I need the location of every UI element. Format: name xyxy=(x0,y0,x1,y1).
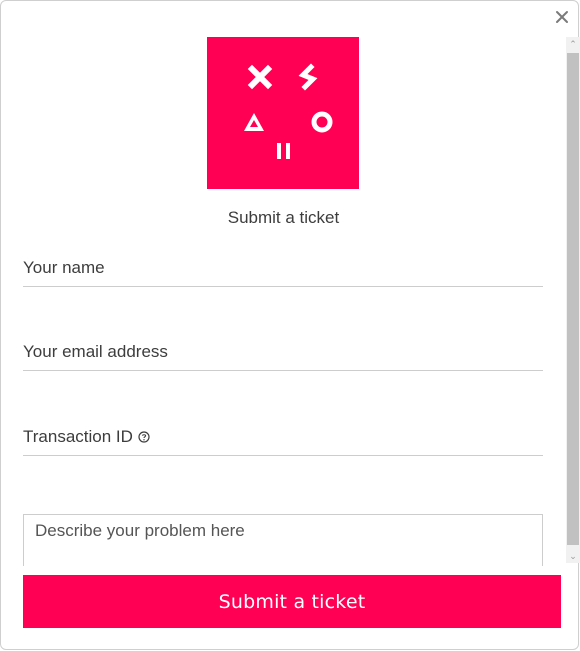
brand-logo xyxy=(207,37,359,189)
dialog-title: Submit a ticket xyxy=(227,208,340,227)
name-field[interactable]: Your name xyxy=(23,256,543,287)
scrollbar-thumb[interactable] xyxy=(567,53,579,545)
submit-ticket-button[interactable]: Submit a ticket xyxy=(23,575,561,628)
question-circle-icon[interactable] xyxy=(138,431,150,443)
problem-description-textarea[interactable]: Describe your problem here xyxy=(23,514,543,566)
scrollbar[interactable]: ⌃ ⌄ xyxy=(566,37,580,563)
name-placeholder: Your name xyxy=(23,258,105,277)
transaction-id-field[interactable]: Transaction ID xyxy=(23,425,543,456)
problem-placeholder: Describe your problem here xyxy=(35,521,245,540)
brand-logo-icon xyxy=(244,63,333,159)
ticket-dialog: ⌃ ⌄ Submit a ticket Your name Your email… xyxy=(0,0,580,650)
transaction-id-placeholder: Transaction ID xyxy=(23,427,133,446)
email-placeholder: Your email address xyxy=(23,342,168,361)
email-field[interactable]: Your email address xyxy=(23,340,543,371)
close-icon[interactable] xyxy=(554,9,570,25)
scroll-up-icon[interactable]: ⌃ xyxy=(566,37,580,51)
scroll-down-icon[interactable]: ⌄ xyxy=(566,549,580,563)
transaction-id-label: Transaction ID xyxy=(23,427,150,447)
